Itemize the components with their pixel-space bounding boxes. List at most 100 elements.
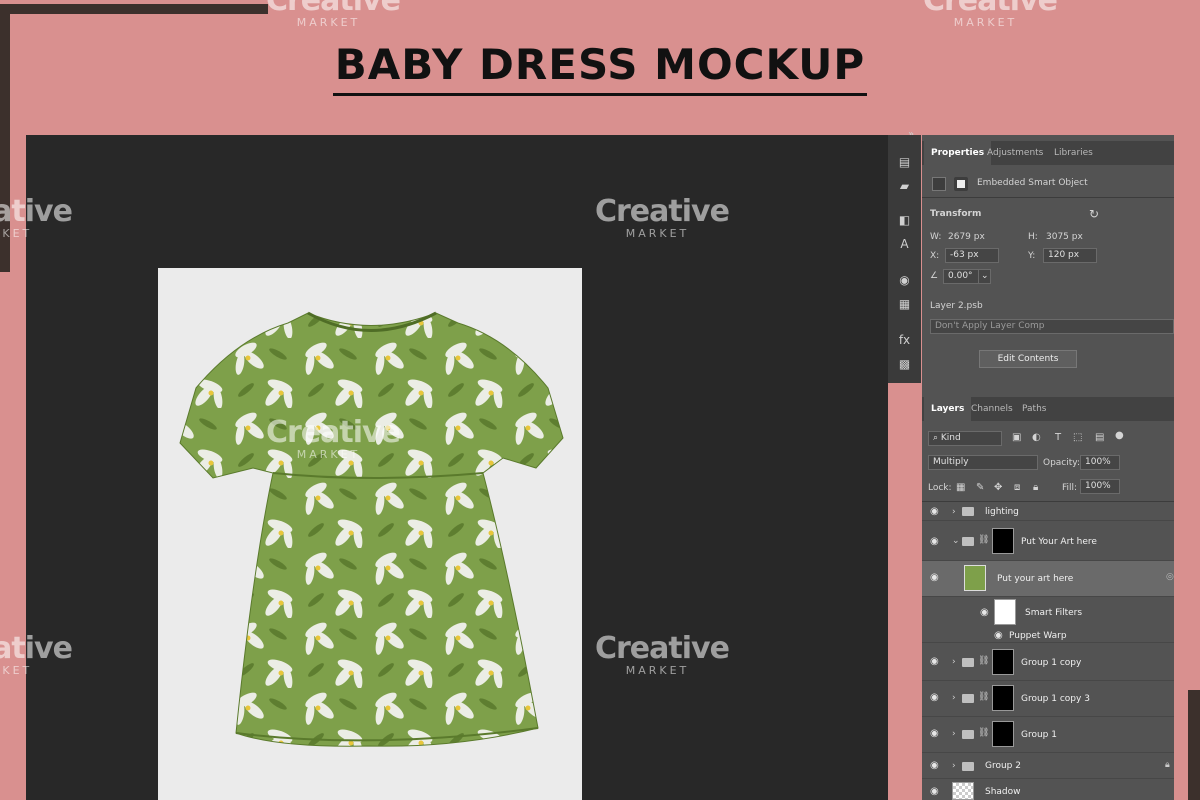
layer-put-your-art-smart-object[interactable]: ◉ Put your art here ◎ [922, 561, 1174, 597]
layer-mask-thumbnail [992, 528, 1014, 554]
layer-filter-kind[interactable]: ⌕ Kind [928, 431, 1002, 446]
visibility-eye-icon[interactable]: ◉ [930, 537, 942, 547]
link-icon: ⛓ [978, 728, 990, 738]
layer-name: Group 1 [1021, 730, 1057, 740]
grid-panel-icon[interactable]: ▩ [894, 355, 915, 373]
tab-paths[interactable]: Paths [1015, 397, 1053, 421]
lock-position-icon[interactable]: ✥ [994, 482, 1002, 493]
y-label: Y: [1028, 251, 1036, 261]
layer-name: Put Your Art here [1021, 537, 1097, 547]
layer-name: Group 1 copy [1021, 658, 1082, 668]
mockup-title: BABY DRESS MOCKUP [0, 40, 1200, 96]
blend-mode-select[interactable]: Multiply [928, 455, 1038, 470]
filter-pixel-icon[interactable]: ▣ [1012, 432, 1021, 443]
link-icon: ⛓ [978, 656, 990, 666]
visibility-eye-icon[interactable]: ◉ [930, 729, 942, 739]
visibility-eye-icon[interactable]: ◉ [930, 693, 942, 703]
lock-artboard-icon[interactable]: ⧈ [1014, 482, 1020, 493]
reset-transform-icon[interactable]: ↻ [1089, 207, 1099, 221]
filter-type-icon[interactable]: T [1055, 432, 1061, 443]
filter-adjustment-icon[interactable]: ◐ [1032, 432, 1041, 443]
lock-pixels-icon[interactable]: ✎ [976, 482, 984, 493]
y-position-field[interactable]: 120 px [1043, 248, 1097, 263]
layer-mask-thumbnail [992, 685, 1014, 711]
photoshop-canvas[interactable] [26, 135, 888, 800]
layer-comp-select[interactable]: Don't Apply Layer Comp [930, 319, 1174, 334]
chevron-right-icon[interactable]: › [952, 657, 956, 667]
layer-lighting[interactable]: ◉ › lighting [922, 495, 1174, 521]
tab-libraries[interactable]: Libraries [1047, 141, 1100, 165]
clone-source-icon[interactable]: ◧ [894, 211, 915, 229]
layer-thumbnail [952, 782, 974, 800]
filter-toggle-icon[interactable]: ● [1115, 430, 1124, 441]
layer-group-1-copy[interactable]: ◉ › ⛓ Group 1 copy [922, 645, 1174, 681]
visibility-eye-icon[interactable]: ◉ [930, 573, 942, 583]
layer-group-2[interactable]: ◉ › Group 2 🔒︎ [922, 753, 1174, 779]
panel-icon-strip: ▤ ▰ ◧ A ◉ ▦ fx ▩ [888, 135, 921, 383]
layer-group-1[interactable]: ◉ › ⛓ Group 1 [922, 717, 1174, 753]
layer-group-1-copy-3[interactable]: ◉ › ⛓ Group 1 copy 3 [922, 681, 1174, 717]
divider [922, 197, 1174, 198]
chevron-right-icon[interactable]: › [952, 507, 956, 517]
swatches-panel-icon[interactable]: ▦ [894, 295, 915, 313]
lock-transparent-icon[interactable]: ▦ [956, 482, 965, 493]
styles-panel-icon[interactable]: fx [894, 331, 915, 349]
layer-lock-icon: 🔒︎ [1165, 760, 1170, 770]
tab-adjustments[interactable]: Adjustments [980, 141, 1050, 165]
opacity-field[interactable]: 100% [1080, 455, 1120, 470]
angle-dropdown-icon[interactable]: ⌄ [978, 269, 991, 284]
right-panel: Properties Adjustments Libraries Embedde… [922, 135, 1174, 800]
visibility-eye-icon[interactable]: ◉ [930, 787, 942, 797]
chevron-down-icon[interactable]: ⌄ [952, 536, 960, 546]
smart-filter-mask-thumbnail [994, 599, 1016, 625]
layer-name: Puppet Warp [1009, 631, 1067, 641]
fill-label: Fill: [1062, 483, 1078, 493]
document-artboard[interactable] [158, 268, 582, 800]
width-value[interactable]: 2679 px [948, 232, 985, 242]
height-value[interactable]: 3075 px [1046, 232, 1083, 242]
visibility-eye-icon[interactable]: ◉ [980, 608, 992, 618]
smart-filters-row[interactable]: ◉ Smart Filters [922, 597, 1174, 629]
puppet-warp-row[interactable]: ◉ Puppet Warp [922, 629, 1174, 643]
smart-object-thumbnail [964, 565, 986, 591]
folder-icon [962, 658, 974, 667]
mockup-title-text: BABY DRESS MOCKUP [332, 40, 868, 96]
frame-corner-top [0, 4, 268, 14]
visibility-eye-icon[interactable]: ◉ [930, 657, 942, 667]
layer-name: Smart Filters [1025, 608, 1083, 618]
filter-shape-icon[interactable]: ⬚ [1073, 432, 1082, 443]
visibility-eye-icon[interactable]: ◉ [994, 631, 1006, 641]
x-position-field[interactable]: -63 px [945, 248, 999, 263]
folder-icon [962, 730, 974, 739]
chevron-right-icon[interactable]: › [952, 729, 956, 739]
chevron-right-icon[interactable]: › [952, 693, 956, 703]
lock-all-icon[interactable]: 🔒︎ [1033, 482, 1038, 493]
filter-kind-label: Kind [940, 433, 961, 443]
layer-name: lighting [985, 507, 1019, 517]
layer-put-your-art-group[interactable]: ◉ ⌄ ⛓ Put Your Art here [922, 523, 1174, 561]
mask-icon[interactable] [954, 177, 968, 191]
link-icon: ⛓ [978, 692, 990, 702]
folder-icon [962, 537, 974, 546]
w-label: W: [930, 232, 942, 242]
fill-field[interactable]: 100% [1080, 479, 1120, 494]
smart-filter-icon[interactable]: ◎ [1166, 572, 1174, 582]
frame-corner-right [1188, 690, 1200, 800]
link-icon: ⛓ [978, 535, 990, 545]
color-panel-icon[interactable]: ◉ [894, 271, 915, 289]
layer-shadow[interactable]: ◉ Shadow [922, 779, 1174, 800]
comments-icon[interactable]: ▰ [894, 177, 915, 195]
dress-image [179, 311, 564, 747]
visibility-eye-icon[interactable]: ◉ [930, 507, 942, 517]
properties-panel-icon[interactable]: ▤ [894, 153, 915, 171]
chevron-right-icon[interactable]: › [952, 761, 956, 771]
filter-smart-object-icon[interactable]: ▤ [1095, 432, 1104, 443]
tab-channels[interactable]: Channels [964, 397, 1020, 421]
angle-icon: ∠ [930, 271, 939, 281]
opacity-label: Opacity: [1043, 458, 1080, 468]
lock-label: Lock: [928, 483, 952, 493]
character-panel-icon[interactable]: A [894, 235, 915, 253]
visibility-eye-icon[interactable]: ◉ [930, 761, 942, 771]
edit-contents-button[interactable]: Edit Contents [979, 350, 1077, 368]
smart-object-icon [932, 177, 946, 191]
